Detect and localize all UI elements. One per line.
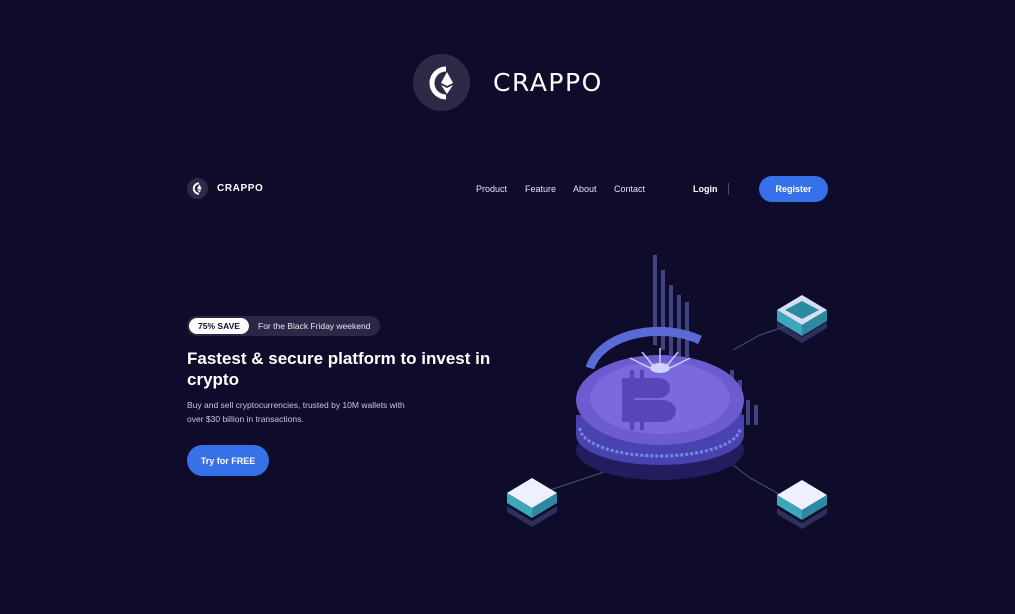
- nav-divider: [728, 183, 729, 195]
- block-left: [507, 478, 557, 527]
- nav-logo-icon[interactable]: [187, 178, 208, 199]
- nav-brand[interactable]: CRAPPO: [217, 183, 263, 194]
- crypto-coin-illustration: [507, 255, 827, 529]
- brand-header: CRAPPO: [413, 54, 603, 111]
- navbar: CRAPPO Product Feature About Contact Log…: [187, 176, 828, 202]
- nav-link-product[interactable]: Product: [476, 184, 507, 194]
- login-link[interactable]: Login: [693, 184, 718, 194]
- brand-name: CRAPPO: [493, 68, 603, 97]
- nav-link-about[interactable]: About: [573, 184, 597, 194]
- hero-headline: Fastest & secure platform to invest in c…: [187, 349, 491, 389]
- promo-pill: 75% SAVE: [189, 318, 249, 334]
- nav-link-contact[interactable]: Contact: [614, 184, 645, 194]
- try-free-button[interactable]: Try for FREE: [187, 445, 269, 476]
- block-top-right: [777, 295, 827, 343]
- hero-subtext: Buy and sell cryptocurrencies, trusted b…: [187, 400, 405, 424]
- block-bottom-right: [777, 480, 827, 529]
- promo-badge: 75% SAVE For the Black Friday weekend: [187, 316, 380, 336]
- promo-text: For the Black Friday weekend: [258, 321, 371, 331]
- register-button[interactable]: Register: [759, 176, 828, 202]
- nav-link-feature[interactable]: Feature: [525, 184, 556, 194]
- crappo-logo-icon: [413, 54, 470, 111]
